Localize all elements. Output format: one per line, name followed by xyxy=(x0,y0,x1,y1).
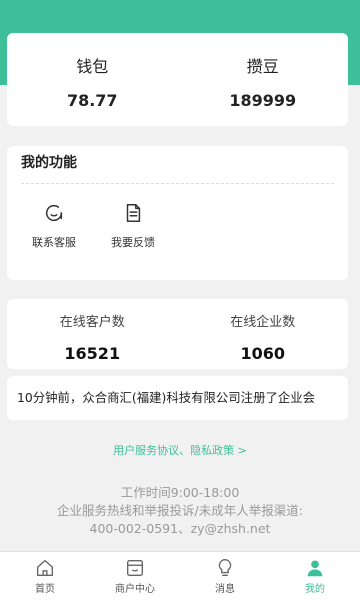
customer-service-icon xyxy=(45,204,63,222)
online-companies-value: 1060 xyxy=(240,344,286,363)
online-companies-stat: 在线企业数 1060 xyxy=(178,299,349,369)
footer-info: 工作时间9:00-18:00 企业服务热线和举报投诉/未成年人举报渠道: 400… xyxy=(0,484,360,538)
online-companies-label: 在线企业数 xyxy=(230,315,296,330)
bottom-tab-bar: 首页 商户中心 消息 我的 xyxy=(0,551,360,600)
tab-mine-label: 我的 xyxy=(305,584,325,595)
policy-link[interactable]: 用户服务协议、隐私政策 > xyxy=(0,442,360,458)
feedback-label: 我要反馈 xyxy=(111,236,155,249)
tab-merchant-center[interactable]: 商户中心 xyxy=(90,552,180,600)
contact-service-button[interactable]: 联系客服 xyxy=(14,202,94,250)
contact-info: 400-002-0591、zy@zhsh.net xyxy=(89,521,271,536)
functions-grid: 联系客服 我要反馈 xyxy=(7,184,348,278)
contact-service-label: 联系客服 xyxy=(32,236,76,249)
tab-mine[interactable]: 我的 xyxy=(270,552,360,600)
beans-stat[interactable]: 攒豆 189999 xyxy=(178,33,349,126)
wallet-stat[interactable]: 钱包 78.77 xyxy=(7,33,178,126)
registration-news-ticker: 10分钟前，众合商汇(福建)科技有限公司注册了企业会 xyxy=(7,376,348,420)
tab-messages[interactable]: 消息 xyxy=(180,552,270,600)
beans-label: 攒豆 xyxy=(246,57,279,76)
tab-merchant-center-label: 商户中心 xyxy=(115,584,155,595)
hotline-label: 企业服务热线和举报投诉/未成年人举报渠道: xyxy=(57,503,303,518)
online-customers-value: 16521 xyxy=(64,344,121,363)
home-icon xyxy=(36,559,54,577)
wallet-value: 78.77 xyxy=(66,91,118,110)
working-hours: 工作时间9:00-18:00 xyxy=(120,485,240,500)
wallet-card: 钱包 78.77 攒豆 189999 xyxy=(7,33,348,126)
user-profile-icon xyxy=(307,560,323,577)
online-customers-stat: 在线客户数 16521 xyxy=(7,299,178,369)
online-counts-card: 在线客户数 16521 在线企业数 1060 xyxy=(7,299,348,369)
feedback-document-icon xyxy=(126,204,141,222)
beans-value: 189999 xyxy=(229,91,297,110)
online-customers-label: 在线客户数 xyxy=(59,315,125,330)
feedback-button[interactable]: 我要反馈 xyxy=(93,202,173,250)
my-functions-card: 我的功能 联系客服 我要反馈 xyxy=(7,146,348,280)
merchant-store-icon xyxy=(126,559,144,577)
tab-home-label: 首页 xyxy=(35,584,55,595)
wallet-label: 钱包 xyxy=(76,57,109,76)
lightbulb-message-icon xyxy=(218,559,232,577)
my-functions-title: 我的功能 xyxy=(21,146,334,184)
tab-messages-label: 消息 xyxy=(215,584,235,595)
tab-home[interactable]: 首页 xyxy=(0,552,90,600)
